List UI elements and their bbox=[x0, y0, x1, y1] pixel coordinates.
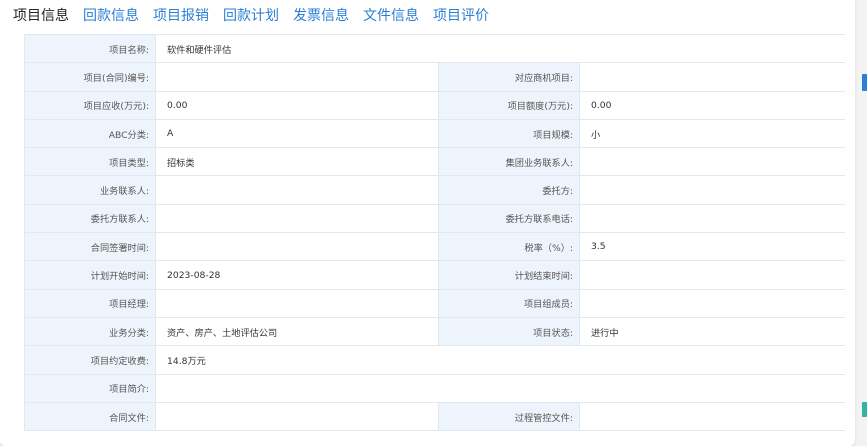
table-row: 项目名称: 软件和硬件评估 bbox=[24, 34, 845, 64]
field-label: 委托方: bbox=[438, 175, 580, 205]
field-label: 合同签署时间: bbox=[24, 232, 156, 262]
table-row: 业务联系人: 委托方: bbox=[24, 175, 845, 205]
project-detail-panel: 项目信息 回款信息 项目报销 回款计划 发票信息 文件信息 项目评价 项目名称: 软件和硬件评… bbox=[0, 0, 855, 446]
field-label: 对应商机项目: bbox=[438, 62, 580, 92]
field-value bbox=[579, 288, 845, 318]
field-label: 委托方联系电话: bbox=[438, 203, 580, 234]
field-label: 业务分类: bbox=[24, 316, 156, 347]
field-value bbox=[155, 401, 439, 432]
field-value: 软件和硬件评估 bbox=[155, 34, 845, 64]
field-label: 项目名称: bbox=[24, 34, 156, 64]
table-row: ABC分类: A 项目规模: 小 bbox=[24, 118, 845, 149]
field-label: 业务联系人: bbox=[24, 175, 156, 205]
field-value bbox=[155, 62, 439, 92]
field-label: 项目组成员: bbox=[438, 288, 580, 318]
field-value: 0.00 bbox=[155, 90, 439, 120]
tab-7[interactable]: 项目评价 bbox=[426, 0, 496, 32]
scroll-indicator-bottom[interactable] bbox=[862, 402, 867, 417]
field-value: 0.00 bbox=[579, 90, 845, 120]
tab-3[interactable]: 项目报销 bbox=[146, 0, 216, 32]
table-row: 业务分类: 资产、房产、土地评估公司 项目状态: 进行中 bbox=[24, 316, 845, 347]
field-label: 项目额度(万元): bbox=[438, 90, 580, 120]
field-value bbox=[155, 203, 439, 234]
table-row: 合同文件: 过程管控文件: bbox=[24, 401, 845, 432]
table-row: 项目应收(万元): 0.00 项目额度(万元): 0.00 bbox=[24, 90, 845, 120]
field-label: 项目状态: bbox=[438, 316, 580, 347]
field-value bbox=[579, 62, 845, 92]
field-value: 3.5 bbox=[579, 232, 845, 262]
table-row: 项目简介: bbox=[24, 373, 845, 403]
project-info-table: 项目名称: 软件和硬件评估 项目(合同)编号: 对应商机项目: 项目应收(万元): 0.0… bbox=[24, 34, 845, 432]
tab-5[interactable]: 发票信息 bbox=[286, 0, 356, 32]
field-value bbox=[579, 147, 845, 177]
tab-6[interactable]: 文件信息 bbox=[356, 0, 426, 32]
field-value: 资产、房产、土地评估公司 bbox=[155, 316, 439, 347]
tab-2[interactable]: 回款信息 bbox=[76, 0, 146, 32]
table-row: 项目(合同)编号: 对应商机项目: bbox=[24, 62, 845, 92]
field-value bbox=[155, 373, 845, 403]
field-value bbox=[155, 232, 439, 262]
field-label: 计划开始时间: bbox=[24, 260, 156, 290]
field-label: 委托方联系人: bbox=[24, 203, 156, 234]
field-value bbox=[579, 401, 845, 432]
field-label: 项目经理: bbox=[24, 288, 156, 318]
field-label: 项目简介: bbox=[24, 373, 156, 403]
field-value bbox=[155, 288, 439, 318]
field-label: 项目应收(万元): bbox=[24, 90, 156, 120]
field-label: 项目约定收费: bbox=[24, 345, 156, 375]
project-info-table-wrap: 项目名称: 软件和硬件评估 项目(合同)编号: 对应商机项目: 项目应收(万元): 0.0… bbox=[24, 34, 845, 432]
field-value: 小 bbox=[579, 118, 845, 149]
field-value: 2023-08-28 bbox=[155, 260, 439, 290]
field-label: 过程管控文件: bbox=[438, 401, 580, 432]
tab-1[interactable]: 项目信息 bbox=[0, 0, 76, 32]
field-label: 项目(合同)编号: bbox=[24, 62, 156, 92]
table-row: 合同签署时间: 税率（%）: 3.5 bbox=[24, 232, 845, 262]
table-row: 项目约定收费: 14.8万元 bbox=[24, 345, 845, 375]
table-row: 计划开始时间: 2023-08-28 计划结束时间: bbox=[24, 260, 845, 290]
field-label: 项目规模: bbox=[438, 118, 580, 149]
field-label: 计划结束时间: bbox=[438, 260, 580, 290]
field-label: 项目类型: bbox=[24, 147, 156, 177]
table-row: 项目类型: 招标类 集团业务联系人: bbox=[24, 147, 845, 177]
field-label: 税率（%）: bbox=[438, 232, 580, 262]
field-value: 招标类 bbox=[155, 147, 439, 177]
field-value bbox=[579, 175, 845, 205]
field-value: A bbox=[155, 118, 439, 149]
scroll-indicator-top[interactable] bbox=[862, 74, 867, 91]
field-label: 集团业务联系人: bbox=[438, 147, 580, 177]
field-value: 14.8万元 bbox=[155, 345, 845, 375]
tab-4[interactable]: 回款计划 bbox=[216, 0, 286, 32]
field-value bbox=[579, 203, 845, 234]
field-label: ABC分类: bbox=[24, 118, 156, 149]
field-value bbox=[579, 260, 845, 290]
table-row: 项目经理: 项目组成员: bbox=[24, 288, 845, 318]
tab-bar: 项目信息 回款信息 项目报销 回款计划 发票信息 文件信息 项目评价 bbox=[0, 0, 855, 32]
table-row: 委托方联系人: 委托方联系电话: bbox=[24, 203, 845, 234]
field-label: 合同文件: bbox=[24, 401, 156, 432]
field-value bbox=[155, 175, 439, 205]
field-value: 进行中 bbox=[579, 316, 845, 347]
